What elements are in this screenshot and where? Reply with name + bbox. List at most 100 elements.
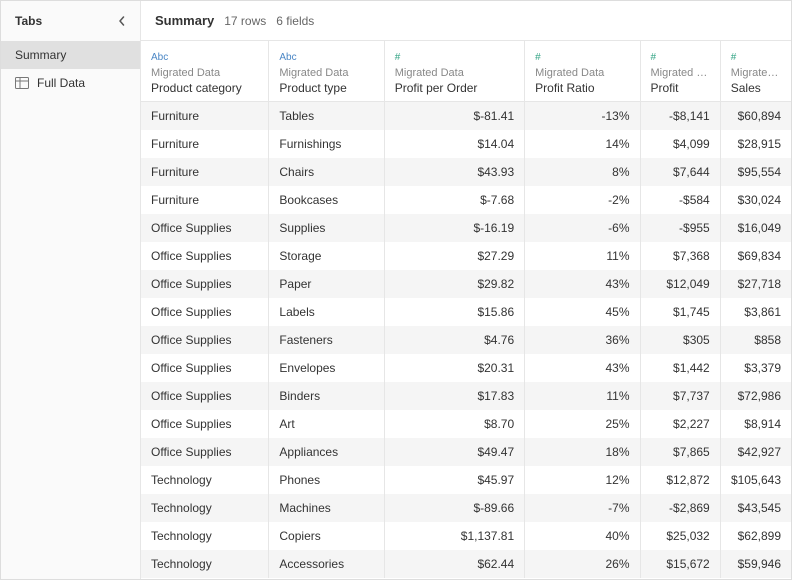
table-cell: $8.70 [385, 410, 525, 438]
column-source: Migrated Data [535, 67, 629, 79]
table-cell: $25,032 [641, 522, 721, 550]
table-cell: -$2,869 [641, 494, 721, 522]
row-count: 17 rows [224, 14, 266, 28]
table-row[interactable]: Office SuppliesAppliances$49.4718%$7,865… [141, 438, 791, 466]
table-cell: $60,894 [721, 102, 791, 130]
table-cell: Office Supplies [141, 242, 269, 270]
table-row[interactable]: Office SuppliesBinders$17.8311%$7,737$72… [141, 382, 791, 410]
column-name: Product type [279, 81, 373, 95]
table-cell: Binders [269, 382, 384, 410]
table-cell: Envelopes [269, 354, 384, 382]
table-cell: Supplies [269, 214, 384, 242]
table-cell: $-81.41 [385, 102, 525, 130]
sidebar-item-label: Summary [15, 48, 66, 62]
column-header[interactable]: #Migrated D...Sales [721, 41, 791, 102]
table-row[interactable]: FurnitureFurnishings$14.0414%$4,099$28,9… [141, 130, 791, 158]
table-cell: 18% [525, 438, 640, 466]
table-cell: Fasteners [269, 326, 384, 354]
table-cell: $4.76 [385, 326, 525, 354]
table-cell: $20.31 [385, 354, 525, 382]
table-cell: $28,915 [721, 130, 791, 158]
table-cell: -$584 [641, 186, 721, 214]
table-cell: Copiers [269, 522, 384, 550]
column-header[interactable]: AbcMigrated DataProduct type [269, 41, 384, 102]
table-cell: $43.93 [385, 158, 525, 186]
app-root: Tabs Summary Full Data Summary 17 rows 6… [0, 0, 792, 580]
table-cell: Office Supplies [141, 382, 269, 410]
column-source: Migrated Data [395, 67, 514, 79]
number-type-icon: # [535, 52, 541, 63]
column-header[interactable]: # Migrated Data Profit Ratio [525, 41, 640, 102]
table-cell: $17.83 [385, 382, 525, 410]
table-cell: $3,861 [721, 298, 791, 326]
data-table: AbcMigrated DataProduct categoryAbc Migra… [141, 41, 791, 578]
table-cell: -13% [525, 102, 640, 130]
table-cell: $43,545 [721, 494, 791, 522]
table-cell: $62,899 [721, 522, 791, 550]
table-cell: Bookcases [269, 186, 384, 214]
table-row[interactable]: FurnitureBookcases$-7.68-2%-$584$30,024 [141, 186, 791, 214]
table-cell: Storage [269, 242, 384, 270]
table-cell: Technology [141, 522, 269, 550]
table-cell: -6% [525, 214, 640, 242]
column-header[interactable]: #Migrated DataProfit per Order [385, 41, 525, 102]
number-type-icon: # [651, 52, 657, 63]
table-cell: $8,914 [721, 410, 791, 438]
table-cell: Technology [141, 550, 269, 578]
sidebar-item-summary[interactable]: Summary [1, 41, 140, 69]
table-cell: $12,872 [641, 466, 721, 494]
table-cell: $30,024 [721, 186, 791, 214]
table-cell: $-16.19 [385, 214, 525, 242]
column-name: Profit Ratio [535, 81, 629, 95]
field-count: 6 fields [276, 14, 314, 28]
table-body: FurnitureTables$-81.41-13%-$8,141$60,894… [141, 102, 791, 578]
table-cell: Art [269, 410, 384, 438]
table-row[interactable]: TechnologyCopiers$1,137.8140%$25,032$62,… [141, 522, 791, 550]
column-header[interactable]: AbcMigrated DataProduct category [141, 41, 269, 102]
table-cell: Office Supplies [141, 298, 269, 326]
column-source: Migrated D... [731, 67, 781, 79]
collapse-sidebar-button[interactable] [114, 13, 130, 29]
column-source: Migrated D... [651, 67, 710, 79]
table-row[interactable]: Office SuppliesFasteners$4.7636%$305$858 [141, 326, 791, 354]
table-cell: Labels [269, 298, 384, 326]
table-cell: -7% [525, 494, 640, 522]
column-source: Migrated Data [279, 67, 373, 79]
table-cell: Accessories [269, 550, 384, 578]
table-cell: -$8,141 [641, 102, 721, 130]
table-cell: 45% [525, 298, 640, 326]
table-cell: $49.47 [385, 438, 525, 466]
table-row[interactable]: Office SuppliesLabels$15.8645%$1,745$3,8… [141, 298, 791, 326]
table-cell: 40% [525, 522, 640, 550]
table-row[interactable]: Office SuppliesStorage$27.2911%$7,368$69… [141, 242, 791, 270]
table-row[interactable]: Office SuppliesEnvelopes$20.3143%$1,442$… [141, 354, 791, 382]
table-icon [15, 77, 29, 89]
table-row[interactable]: Office SuppliesArt$8.7025%$2,227$8,914 [141, 410, 791, 438]
table-cell: $14.04 [385, 130, 525, 158]
table-row[interactable]: TechnologyPhones$45.9712%$12,872$105,643 [141, 466, 791, 494]
table-cell: -2% [525, 186, 640, 214]
column-name: Profit per Order [395, 81, 514, 95]
table-row[interactable]: Office SuppliesPaper$29.8243%$12,049$27,… [141, 270, 791, 298]
table-cell: $-89.66 [385, 494, 525, 522]
table-cell: $42,927 [721, 438, 791, 466]
table-row[interactable]: FurnitureChairs$43.938%$7,644$95,554 [141, 158, 791, 186]
chevron-left-icon [117, 16, 127, 26]
table-cell: Appliances [269, 438, 384, 466]
table-scroll[interactable]: AbcMigrated DataProduct categoryAbc Migra… [141, 41, 791, 579]
column-name: Sales [731, 81, 781, 95]
column-name: Profit [651, 81, 710, 95]
sidebar-item-label: Full Data [37, 76, 85, 90]
table-row[interactable]: TechnologyAccessories$62.4426%$15,672$59… [141, 550, 791, 578]
table-cell: Office Supplies [141, 214, 269, 242]
table-cell: $29.82 [385, 270, 525, 298]
table-row[interactable]: Office SuppliesSupplies$-16.19-6%-$955$1… [141, 214, 791, 242]
table-cell: Office Supplies [141, 354, 269, 382]
table-row[interactable]: TechnologyMachines$-89.66-7%-$2,869$43,5… [141, 494, 791, 522]
table-cell: $1,137.81 [385, 522, 525, 550]
table-cell: Technology [141, 494, 269, 522]
text-type-icon: Abc [151, 52, 168, 63]
sidebar-item-full-data[interactable]: Full Data [1, 69, 140, 97]
column-header[interactable]: # Migrated D... Profit [641, 41, 721, 102]
table-row[interactable]: FurnitureTables$-81.41-13%-$8,141$60,894 [141, 102, 791, 130]
